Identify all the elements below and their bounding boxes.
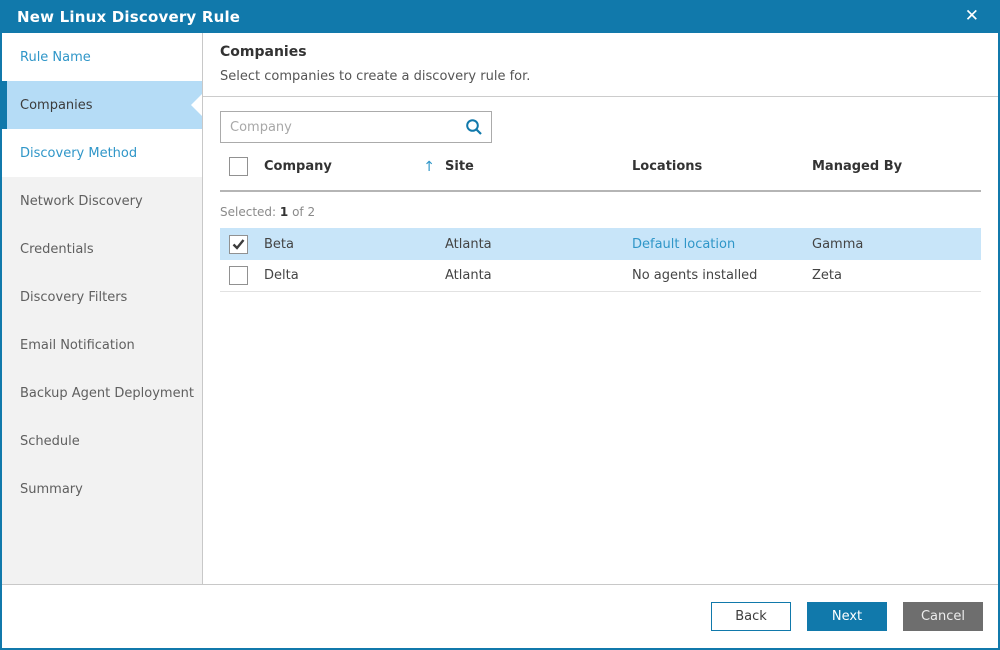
- sort-ascending-icon: ↑: [423, 159, 435, 175]
- cancel-button[interactable]: Cancel: [903, 602, 983, 631]
- step-label: Email Notification: [20, 338, 135, 353]
- cell-company: Delta: [264, 268, 445, 283]
- sidebar-item-discovery-method[interactable]: Discovery Method: [2, 129, 202, 177]
- companies-table: Company ↑ Site Locations Managed By Sele…: [220, 143, 981, 292]
- selection-prefix: Selected:: [220, 205, 276, 219]
- window-title: New Linux Discovery Rule: [17, 8, 240, 26]
- row-checkbox[interactable]: [229, 235, 248, 254]
- selection-suffix: of 2: [292, 205, 315, 219]
- table-header-row: Company ↑ Site Locations Managed By: [220, 143, 981, 192]
- location-link[interactable]: Default location: [632, 237, 812, 252]
- sidebar-item-schedule[interactable]: Schedule: [2, 417, 202, 465]
- column-label: Company: [264, 159, 332, 174]
- step-label: Discovery Filters: [20, 290, 127, 305]
- cell-locations: No agents installed: [632, 268, 812, 283]
- step-label: Rule Name: [20, 50, 91, 65]
- sidebar-item-companies[interactable]: Companies: [2, 81, 202, 129]
- sidebar-item-summary[interactable]: Summary: [2, 465, 202, 513]
- dialog-body: Rule Name Companies Discovery Method Net…: [2, 33, 998, 584]
- step-label: Schedule: [20, 434, 80, 449]
- selection-count: 1: [280, 205, 288, 219]
- step-label: Backup Agent Deployment: [20, 386, 194, 401]
- column-header-site[interactable]: Site: [445, 159, 632, 174]
- cell-managed-by: Zeta: [812, 268, 981, 283]
- cell-site: Atlanta: [445, 237, 632, 252]
- next-button[interactable]: Next: [807, 602, 887, 631]
- back-button[interactable]: Back: [711, 602, 791, 631]
- window-titlebar: New Linux Discovery Rule ✕: [0, 0, 1000, 33]
- dialog-footer: Back Next Cancel: [2, 584, 998, 648]
- cell-site: Atlanta: [445, 268, 632, 283]
- new-linux-discovery-rule-dialog: New Linux Discovery Rule ✕ Rule Name Com…: [0, 0, 1000, 650]
- header-checkbox-cell: [220, 157, 264, 176]
- table-row[interactable]: Beta Atlanta Default location Gamma: [220, 228, 981, 260]
- sidebar-item-credentials[interactable]: Credentials: [2, 225, 202, 273]
- column-header-locations[interactable]: Locations: [632, 159, 812, 174]
- selection-summary: Selected: 1 of 2: [220, 192, 981, 228]
- row-checkbox-cell: [220, 235, 264, 254]
- row-checkbox[interactable]: [229, 266, 248, 285]
- step-label: Network Discovery: [20, 194, 143, 209]
- page-title: Companies: [220, 44, 981, 60]
- search-box: [220, 111, 492, 143]
- step-label: Summary: [20, 482, 83, 497]
- search-row: [220, 111, 981, 143]
- step-header: Companies Select companies to create a d…: [203, 33, 998, 97]
- sidebar-item-backup-agent-deployment[interactable]: Backup Agent Deployment: [2, 369, 202, 417]
- step-label: Companies: [20, 98, 93, 113]
- column-header-managed-by[interactable]: Managed By: [812, 159, 981, 174]
- checkmark-icon: [232, 238, 245, 251]
- step-content: Companies Select companies to create a d…: [203, 33, 998, 584]
- sidebar-item-email-notification[interactable]: Email Notification: [2, 321, 202, 369]
- cell-company: Beta: [264, 237, 445, 252]
- step-label: Credentials: [20, 242, 94, 257]
- sidebar-item-network-discovery[interactable]: Network Discovery: [2, 177, 202, 225]
- row-checkbox-cell: [220, 266, 264, 285]
- column-header-company[interactable]: Company ↑: [264, 159, 445, 175]
- wizard-steps-sidebar: Rule Name Companies Discovery Method Net…: [2, 33, 203, 584]
- page-subtitle: Select companies to create a discovery r…: [220, 69, 981, 84]
- company-search-input[interactable]: [221, 120, 465, 135]
- step-label: Discovery Method: [20, 146, 137, 161]
- sidebar-item-rule-name[interactable]: Rule Name: [2, 33, 202, 81]
- close-icon[interactable]: ✕: [961, 6, 983, 27]
- sidebar-item-discovery-filters[interactable]: Discovery Filters: [2, 273, 202, 321]
- cell-managed-by: Gamma: [812, 237, 981, 252]
- table-row[interactable]: Delta Atlanta No agents installed Zeta: [220, 260, 981, 292]
- search-icon[interactable]: [465, 118, 483, 136]
- select-all-checkbox[interactable]: [229, 157, 248, 176]
